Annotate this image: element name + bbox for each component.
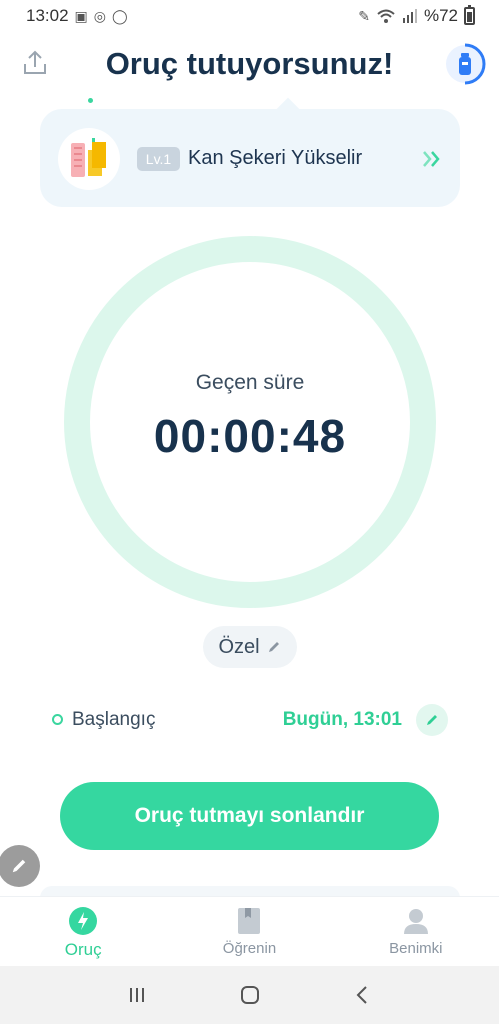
edit-start-button[interactable]	[416, 704, 448, 736]
progress-dot	[88, 98, 93, 103]
status-time: 13:02	[26, 6, 69, 25]
start-time-value[interactable]: Bugün, 13:01	[283, 709, 402, 731]
nav-label-profile: Benimki	[389, 940, 443, 957]
level-badge: Lv.1	[137, 147, 180, 171]
lightning-icon	[68, 906, 98, 936]
status-bar: 13:02 ▣ ◎ ◯ ✎ %72	[0, 0, 499, 32]
pencil-icon	[268, 642, 279, 652]
edit-status-icon: ✎	[358, 7, 370, 24]
book-icon	[234, 906, 264, 936]
system-nav-bar	[0, 966, 499, 1024]
page-title: Oruç tutuyorsunuz!	[105, 46, 394, 81]
recent-apps-icon[interactable]	[126, 984, 148, 1006]
elapsed-label: Geçen süre	[195, 371, 305, 394]
start-label: Başlangıç	[72, 709, 156, 730]
nav-label-learn: Öğrenin	[222, 940, 277, 957]
signal-icon	[402, 9, 417, 23]
home-icon[interactable]	[239, 984, 261, 1006]
nav-label-fasting: Oruç	[64, 940, 102, 959]
blood-sugar-icon	[58, 128, 120, 190]
timer-display: Geçen süre 00:00:48	[64, 236, 436, 608]
plan-label: Özel	[218, 635, 260, 658]
nav-item-profile[interactable]: Benimki	[333, 897, 499, 966]
sync-icon: ◎	[93, 7, 106, 24]
nav-item-fasting[interactable]: Oruç	[0, 897, 166, 966]
start-row: Başlangıç Bugün, 13:01	[50, 704, 450, 736]
floating-edit-button[interactable]	[0, 845, 40, 887]
pencil-icon	[427, 715, 437, 725]
double-chevron-right-icon[interactable]	[420, 147, 444, 171]
elapsed-time: 00:00:48	[153, 410, 347, 462]
start-dot-icon	[52, 714, 63, 725]
header: Oruç tutuyorsunuz!	[0, 34, 499, 98]
notification-icon: ▣	[74, 7, 88, 24]
pencil-icon	[12, 859, 26, 873]
water-bottle-icon[interactable]	[443, 42, 487, 86]
plan-chip[interactable]: Özel	[203, 626, 297, 668]
whatsapp-icon: ◯	[112, 7, 128, 24]
battery-percent: %72	[423, 6, 458, 25]
wifi-icon	[377, 9, 395, 23]
battery-icon	[464, 5, 475, 25]
person-icon	[401, 906, 431, 936]
end-fast-button[interactable]: Oruç tutmayı sonlandır	[60, 782, 439, 850]
back-icon[interactable]	[352, 984, 374, 1006]
level-label: Kan Şekeri Yükselir	[188, 147, 363, 169]
level-card[interactable]: Lv.1 Kan Şekeri Yükselir	[40, 97, 460, 207]
nav-item-learn[interactable]: Öğrenin	[166, 897, 332, 966]
bottom-nav: Oruç Öğrenin Benimki	[0, 896, 499, 966]
